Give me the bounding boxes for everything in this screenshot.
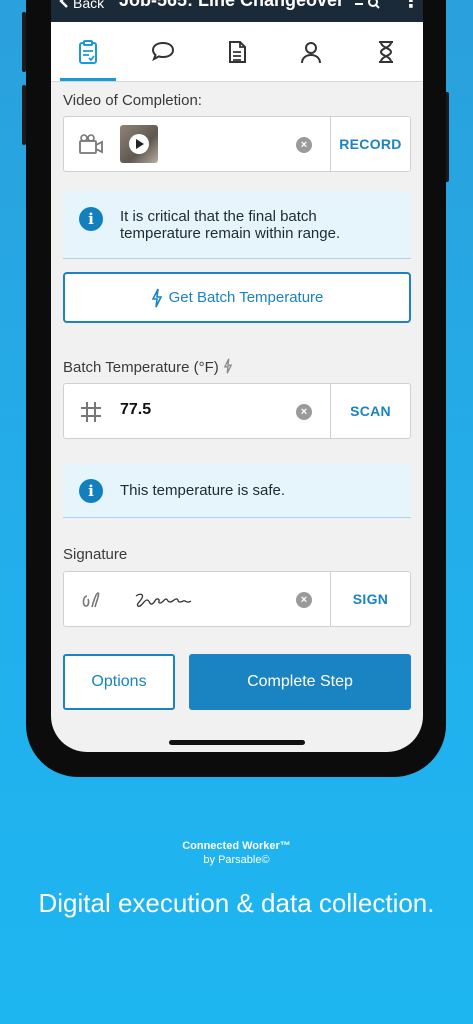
clear-icon[interactable]: ×	[296, 592, 312, 608]
info-text: It is critical that the final batch temp…	[120, 208, 341, 242]
signature-pen-icon	[82, 592, 100, 608]
signature-image	[135, 593, 192, 607]
lightning-icon	[151, 288, 162, 307]
options-button[interactable]: Options	[63, 654, 175, 710]
overflow-menu-icon[interactable]: ⋮	[401, 0, 421, 13]
info-banner-safe: i This temperature is safe.	[63, 464, 411, 518]
video-field: × RECORD	[63, 116, 411, 172]
home-indicator[interactable]	[169, 740, 305, 745]
tab-bar	[51, 22, 423, 82]
person-icon	[301, 41, 322, 63]
phone-screen: Back Job-565: Line Changeover ⋮ Video of…	[51, 0, 423, 752]
play-icon	[129, 134, 149, 154]
sign-button[interactable]: SIGN	[330, 572, 410, 626]
page-title: Job-565: Line Changeover	[119, 0, 345, 10]
back-label: Back	[73, 0, 105, 11]
tab-comments[interactable]	[125, 22, 199, 81]
tab-people[interactable]	[274, 22, 348, 81]
document-icon	[229, 40, 247, 63]
info-text: This temperature is safe.	[120, 482, 286, 499]
record-button[interactable]: RECORD	[330, 117, 410, 171]
chevron-left-icon	[59, 0, 69, 11]
brand-byline: by Parsable©	[203, 854, 270, 866]
video-label: Video of Completion:	[63, 92, 202, 109]
marketing-tagline: Digital execution & data collection.	[38, 888, 435, 918]
batch-temperature-field[interactable]: 77.5 × SCAN	[63, 383, 411, 439]
complete-step-button[interactable]: Complete Step	[189, 654, 411, 710]
lightning-icon	[223, 358, 233, 374]
signature-field[interactable]: × SIGN	[63, 571, 411, 627]
scan-button[interactable]: SCAN	[330, 384, 410, 438]
app-bar: Back Job-565: Line Changeover ⋮	[51, 0, 423, 22]
tab-documents[interactable]	[200, 22, 274, 81]
get-batch-temperature-button[interactable]: Get Batch Temperature	[63, 272, 411, 323]
signature-label: Signature	[63, 546, 128, 563]
back-button[interactable]: Back	[59, 0, 104, 11]
video-camera-icon	[79, 134, 103, 154]
chat-bubble-icon	[151, 41, 174, 61]
batch-temperature-label-text: Batch Temperature (°F)	[63, 359, 219, 376]
info-icon: i	[79, 479, 103, 503]
clipboard-icon	[79, 39, 98, 64]
tab-history[interactable]	[349, 22, 423, 81]
clear-icon[interactable]: ×	[296, 137, 312, 153]
batch-temperature-value: 77.5	[120, 401, 152, 418]
brand-name: Connected Worker™	[182, 840, 291, 852]
info-icon: i	[79, 207, 103, 231]
hourglass-icon	[378, 40, 393, 63]
search-list-icon[interactable]	[353, 0, 381, 10]
video-thumbnail[interactable]	[120, 125, 158, 163]
batch-temperature-label: Batch Temperature (°F)	[63, 358, 233, 376]
info-banner-critical: i It is critical that the final batch te…	[63, 191, 411, 259]
clear-icon[interactable]: ×	[296, 404, 312, 420]
tab-steps[interactable]	[51, 22, 125, 81]
get-batch-temperature-label: Get Batch Temperature	[168, 289, 324, 306]
hash-icon	[81, 402, 101, 422]
